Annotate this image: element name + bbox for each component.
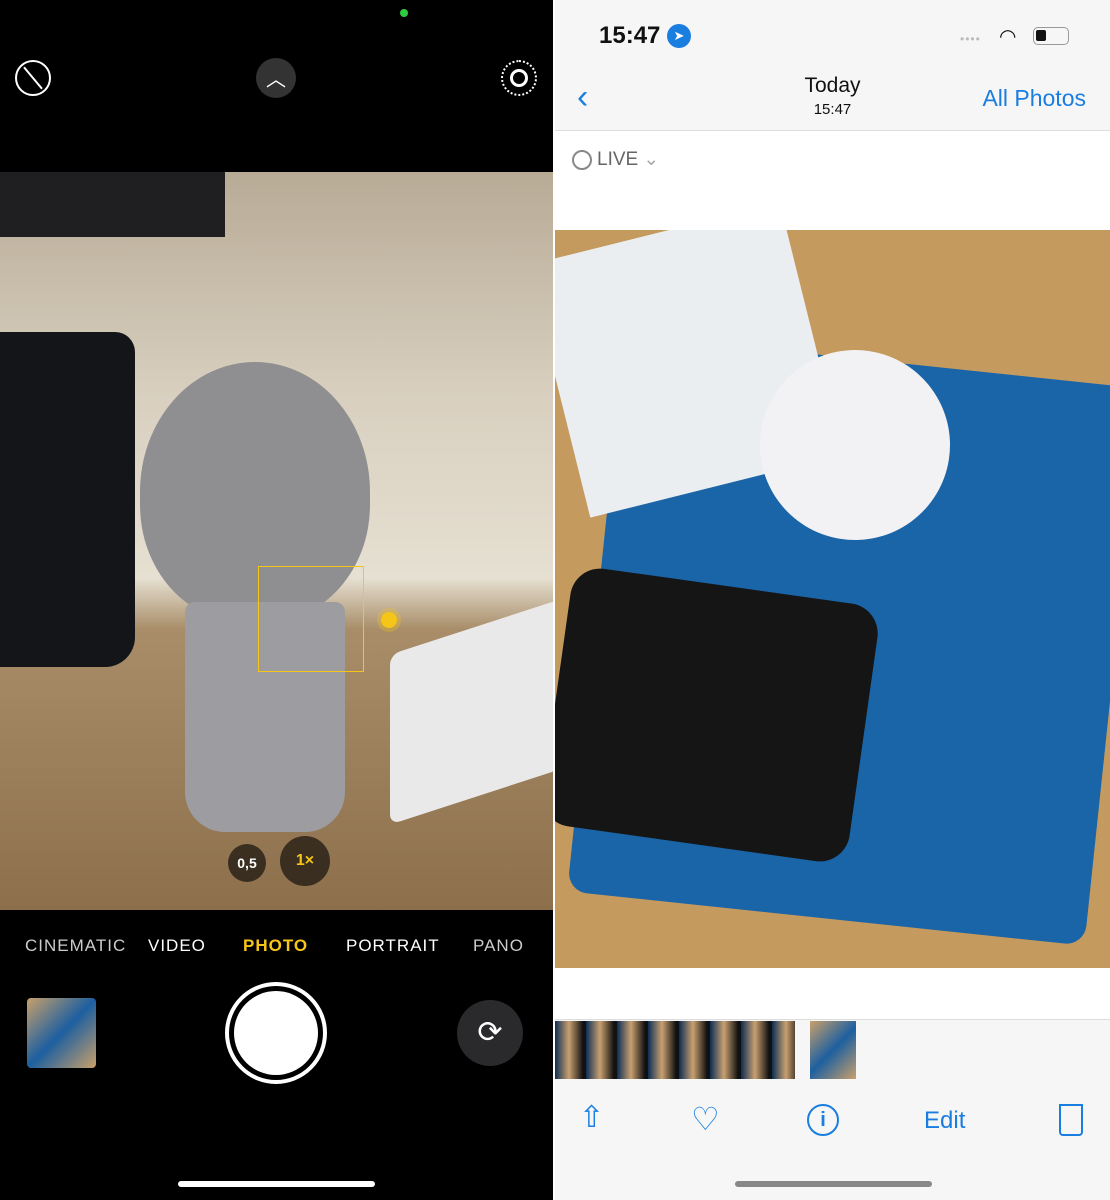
live-button[interactable]: LIVE ⌄: [572, 148, 659, 171]
info-icon[interactable]: i: [807, 1104, 839, 1136]
trash-icon[interactable]: [1059, 1104, 1083, 1136]
mode-video[interactable]: VIDEO: [148, 936, 206, 956]
wifi-icon: ◠: [999, 26, 1017, 48]
share-icon[interactable]: ⇧: [579, 1100, 604, 1135]
wallet: [555, 564, 882, 866]
shutter-button[interactable]: [225, 982, 327, 1084]
speaker: [0, 332, 135, 667]
live-photo-icon: [572, 149, 592, 170]
monitor: [0, 172, 225, 237]
zoom-1x-button[interactable]: 1×: [280, 836, 330, 886]
flash-off-icon[interactable]: [15, 60, 51, 96]
all-photos-button[interactable]: All Photos: [982, 85, 1086, 112]
zoom-0-5-button[interactable]: 0,5: [228, 844, 266, 882]
last-photo-thumbnail[interactable]: [27, 998, 96, 1068]
live-photo-icon[interactable]: [501, 60, 537, 96]
sun-icon[interactable]: [381, 612, 397, 628]
mode-photo[interactable]: PHOTO: [243, 936, 308, 956]
home-indicator: [178, 1181, 375, 1187]
status-time: 15:47: [599, 22, 661, 49]
viewfinder[interactable]: 0,5 1×: [0, 172, 553, 910]
home-indicator: [735, 1181, 932, 1187]
location-icon: ➤: [667, 24, 691, 48]
mode-portrait[interactable]: PORTRAIT: [346, 936, 440, 956]
camera-screen: ︿ 0,5 1× CINEMATIC VIDEO PHOTO PORTRAIT …: [0, 0, 553, 1200]
mode-pano[interactable]: PANO: [473, 936, 524, 956]
camera-indicator-dot: [400, 9, 408, 17]
edit-button[interactable]: Edit: [924, 1107, 965, 1135]
signal-icon: ••••: [960, 32, 981, 46]
focus-box: [258, 566, 364, 672]
flip-camera-icon[interactable]: ⟳: [457, 1000, 523, 1066]
chevron-up-icon[interactable]: ︿: [256, 58, 296, 98]
photos-screen: 15:47 ➤ •••• ◠ ‹ Today 15:47 All Photos …: [555, 0, 1110, 1200]
chevron-down-icon: ⌄: [643, 149, 660, 170]
battery-icon: [1033, 27, 1069, 45]
filmstrip-current[interactable]: [810, 1021, 856, 1079]
filmstrip[interactable]: [555, 1021, 795, 1079]
heart-icon[interactable]: ♡: [691, 1100, 720, 1138]
keyboard: [390, 599, 553, 825]
photo[interactable]: [555, 230, 1110, 968]
mode-cinematic[interactable]: CINEMATIC: [25, 936, 126, 956]
live-label: LIVE: [597, 148, 639, 170]
